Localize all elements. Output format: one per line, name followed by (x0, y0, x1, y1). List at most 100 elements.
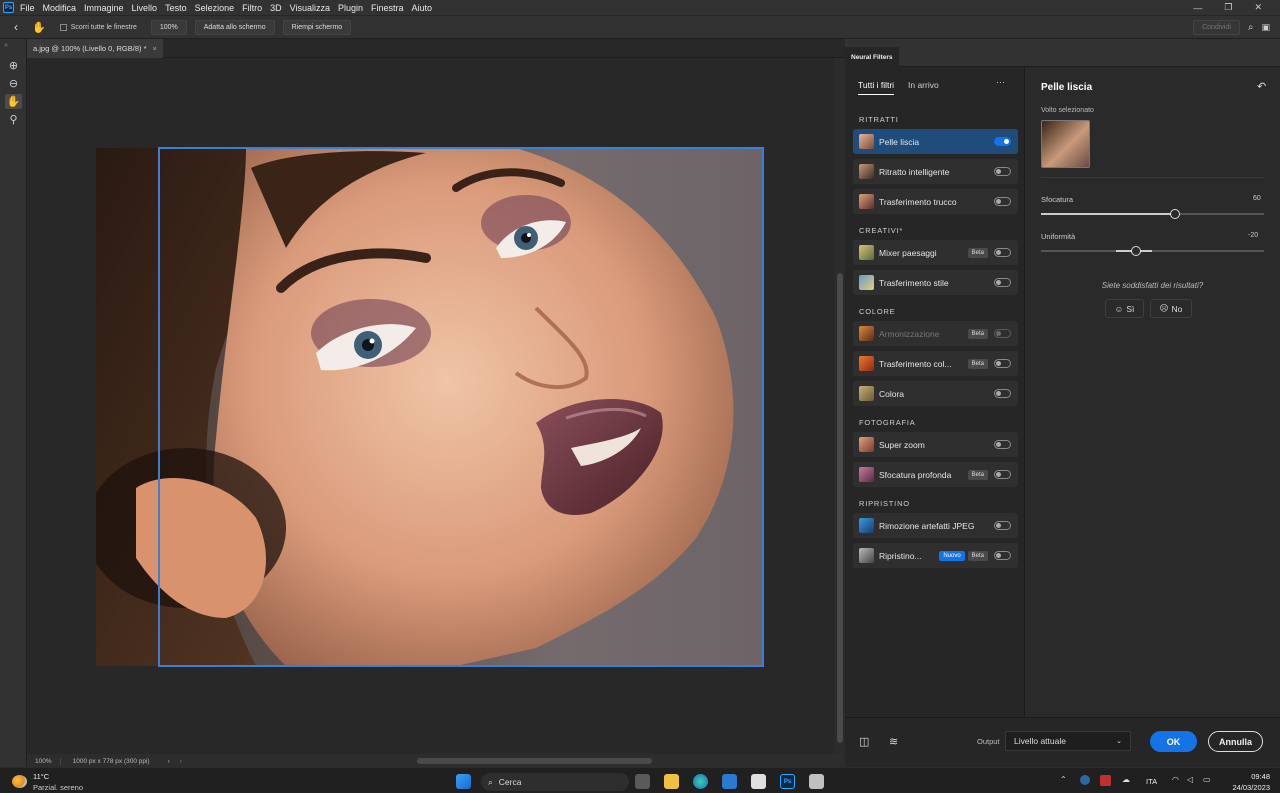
vertical-scrollbar[interactable] (834, 58, 845, 754)
tab-in-arrivo[interactable]: In arrivo (908, 80, 939, 90)
filter-mixer-paesaggi[interactable]: Mixer paesaggi Beta (853, 240, 1018, 265)
toggle-switch[interactable] (994, 440, 1011, 449)
filter-ripristino-foto[interactable]: Ripristino... Nuovo Beta (853, 543, 1018, 568)
filter-trasferimento-trucco[interactable]: Trasferimento trucco (853, 189, 1018, 214)
panel-tab-neural-filters[interactable]: Neural Filters (845, 47, 899, 67)
clock-date[interactable]: 24/03/2023 (1220, 783, 1270, 792)
blur-value[interactable]: 60 (1253, 195, 1261, 202)
filter-trasferimento-colore[interactable]: Trasferimento col... Beta (853, 351, 1018, 376)
store-icon[interactable] (751, 774, 766, 789)
no-button[interactable]: ☹ No (1150, 299, 1192, 318)
app-taskbar-icon[interactable] (809, 774, 824, 789)
menu-plugin[interactable]: Plugin (338, 3, 363, 13)
menu-testo[interactable]: Testo (165, 3, 187, 13)
back-chevron-icon[interactable]: ‹ (14, 20, 18, 34)
weather-icon[interactable] (12, 775, 27, 788)
hand-tool-icon[interactable]: ✋ (5, 94, 22, 109)
zoom-out-icon[interactable]: ⊖ (5, 76, 22, 91)
menu-filtro[interactable]: Filtro (242, 3, 262, 13)
zoom-in-icon[interactable]: ⊕ (5, 58, 22, 73)
toggle-switch[interactable] (994, 197, 1011, 206)
toggle-switch[interactable] (994, 248, 1011, 257)
menu-selezione[interactable]: Selezione (195, 3, 235, 13)
ok-button[interactable]: OK (1150, 731, 1197, 752)
fit-screen-button[interactable]: Adatta allo schermo (194, 19, 275, 35)
toggle-switch[interactable] (994, 278, 1011, 287)
compare-icon[interactable]: ◫ (859, 735, 869, 748)
workspace-icon[interactable]: ▣ (1261, 22, 1270, 33)
smoothness-value[interactable]: -20 (1248, 232, 1258, 239)
file-explorer-icon[interactable] (664, 774, 679, 789)
toggle-switch[interactable] (994, 551, 1011, 560)
menu-immagine[interactable]: Immagine (84, 3, 124, 13)
zoom-tool-icon[interactable]: ⚲ (5, 112, 22, 127)
yes-button[interactable]: ☺ Sì (1105, 299, 1144, 318)
blur-slider[interactable] (1041, 209, 1264, 219)
selected-face-thumbnail[interactable] (1041, 120, 1090, 168)
filter-pelle-liscia[interactable]: Pelle liscia (853, 129, 1018, 154)
clock-time[interactable]: 09:48 (1226, 772, 1270, 781)
tab-tutti-i-filtri[interactable]: Tutti i filtri (858, 80, 895, 95)
scroll-thumb[interactable] (837, 273, 843, 743)
weather-status[interactable]: Parzial. sereno (33, 783, 83, 792)
menu-finestra[interactable]: Finestra (371, 3, 404, 13)
document-tab[interactable]: a.jpg @ 100% (Livello 0, RGB/8) * × (27, 39, 163, 58)
windows-start-icon[interactable] (456, 774, 471, 789)
close-tab-icon[interactable]: × (153, 44, 157, 53)
fill-screen-button[interactable]: Riempi schermo (282, 19, 352, 35)
smoothness-slider-knob[interactable] (1130, 246, 1141, 256)
more-options-icon[interactable]: ··· (996, 77, 1005, 87)
taskbar-search[interactable]: ⌕ Cerca (481, 773, 629, 791)
tray-chevron-icon[interactable]: ⌃ (1060, 775, 1067, 784)
output-select[interactable]: Livello attuale ⌄ (1005, 731, 1131, 751)
smoothness-slider[interactable] (1041, 246, 1264, 256)
photoshop-taskbar-icon[interactable]: Ps (780, 774, 795, 789)
task-view-icon[interactable] (635, 774, 650, 789)
close-icon[interactable]: ✕ (1254, 2, 1262, 13)
menu-visualizza[interactable]: Visualizza (290, 3, 330, 13)
toggle-switch[interactable] (994, 521, 1011, 530)
reset-icon[interactable]: ↶ (1257, 80, 1266, 93)
hscroll-left-icon[interactable]: ‹ (180, 758, 182, 765)
toggle-switch[interactable] (994, 470, 1011, 479)
menu-3d[interactable]: 3D (270, 3, 282, 13)
zoom-100-button[interactable]: 100% (150, 19, 187, 35)
calculator-icon[interactable] (722, 774, 737, 789)
cancel-button[interactable]: Annulla (1208, 731, 1263, 752)
minimize-icon[interactable]: — (1193, 3, 1202, 13)
edge-browser-icon[interactable] (693, 774, 708, 789)
temperature[interactable]: 11°C (33, 772, 49, 781)
toggle-switch[interactable] (994, 359, 1011, 368)
filter-ritratto-intelligente[interactable]: Ritratto intelligente (853, 159, 1018, 184)
toggle-switch[interactable] (994, 137, 1011, 146)
restore-icon[interactable]: ❐ (1224, 2, 1232, 13)
share-button[interactable]: Condividi (1193, 19, 1240, 35)
hand-tool-icon[interactable]: ✋ (32, 21, 46, 34)
toggle-switch[interactable] (994, 167, 1011, 176)
filter-colora[interactable]: Colora (853, 381, 1018, 406)
blur-slider-knob[interactable] (1169, 209, 1180, 219)
filter-rimozione-artefatti-jpeg[interactable]: Rimozione artefatti JPEG (853, 513, 1018, 538)
filter-trasferimento-stile[interactable]: Trasferimento stile (853, 270, 1018, 295)
scroll-all-windows-checkbox[interactable]: Scorri tutte le finestre (59, 23, 137, 31)
search-icon[interactable]: ⌕ (1248, 22, 1254, 33)
layers-icon[interactable]: ≋ (889, 735, 898, 748)
language-indicator[interactable]: ITA (1146, 777, 1157, 786)
toggle-switch[interactable] (994, 389, 1011, 398)
horizontal-scroll-thumb[interactable] (417, 758, 652, 764)
filter-super-zoom[interactable]: Super zoom (853, 432, 1018, 457)
menu-modifica[interactable]: Modifica (43, 3, 77, 13)
battery-icon[interactable]: ▭ (1203, 775, 1211, 784)
onedrive-icon[interactable]: ☁ (1122, 775, 1130, 784)
filter-armonizzazione[interactable]: Armonizzazione Beta (853, 321, 1018, 346)
wifi-icon[interactable]: ◠ (1172, 775, 1179, 784)
collapse-icon[interactable]: » (4, 42, 8, 49)
filter-sfocatura-profonda[interactable]: Sfocatura profonda Beta (853, 462, 1018, 487)
tray-app-icon-2[interactable] (1100, 775, 1111, 786)
menu-file[interactable]: File (20, 3, 35, 13)
zoom-level[interactable]: 100% (27, 757, 61, 765)
menu-livello[interactable]: Livello (132, 3, 158, 13)
toggle-switch[interactable] (994, 329, 1011, 338)
menu-aiuto[interactable]: Aiuto (412, 3, 433, 13)
volume-icon[interactable]: ◁ (1187, 775, 1193, 784)
